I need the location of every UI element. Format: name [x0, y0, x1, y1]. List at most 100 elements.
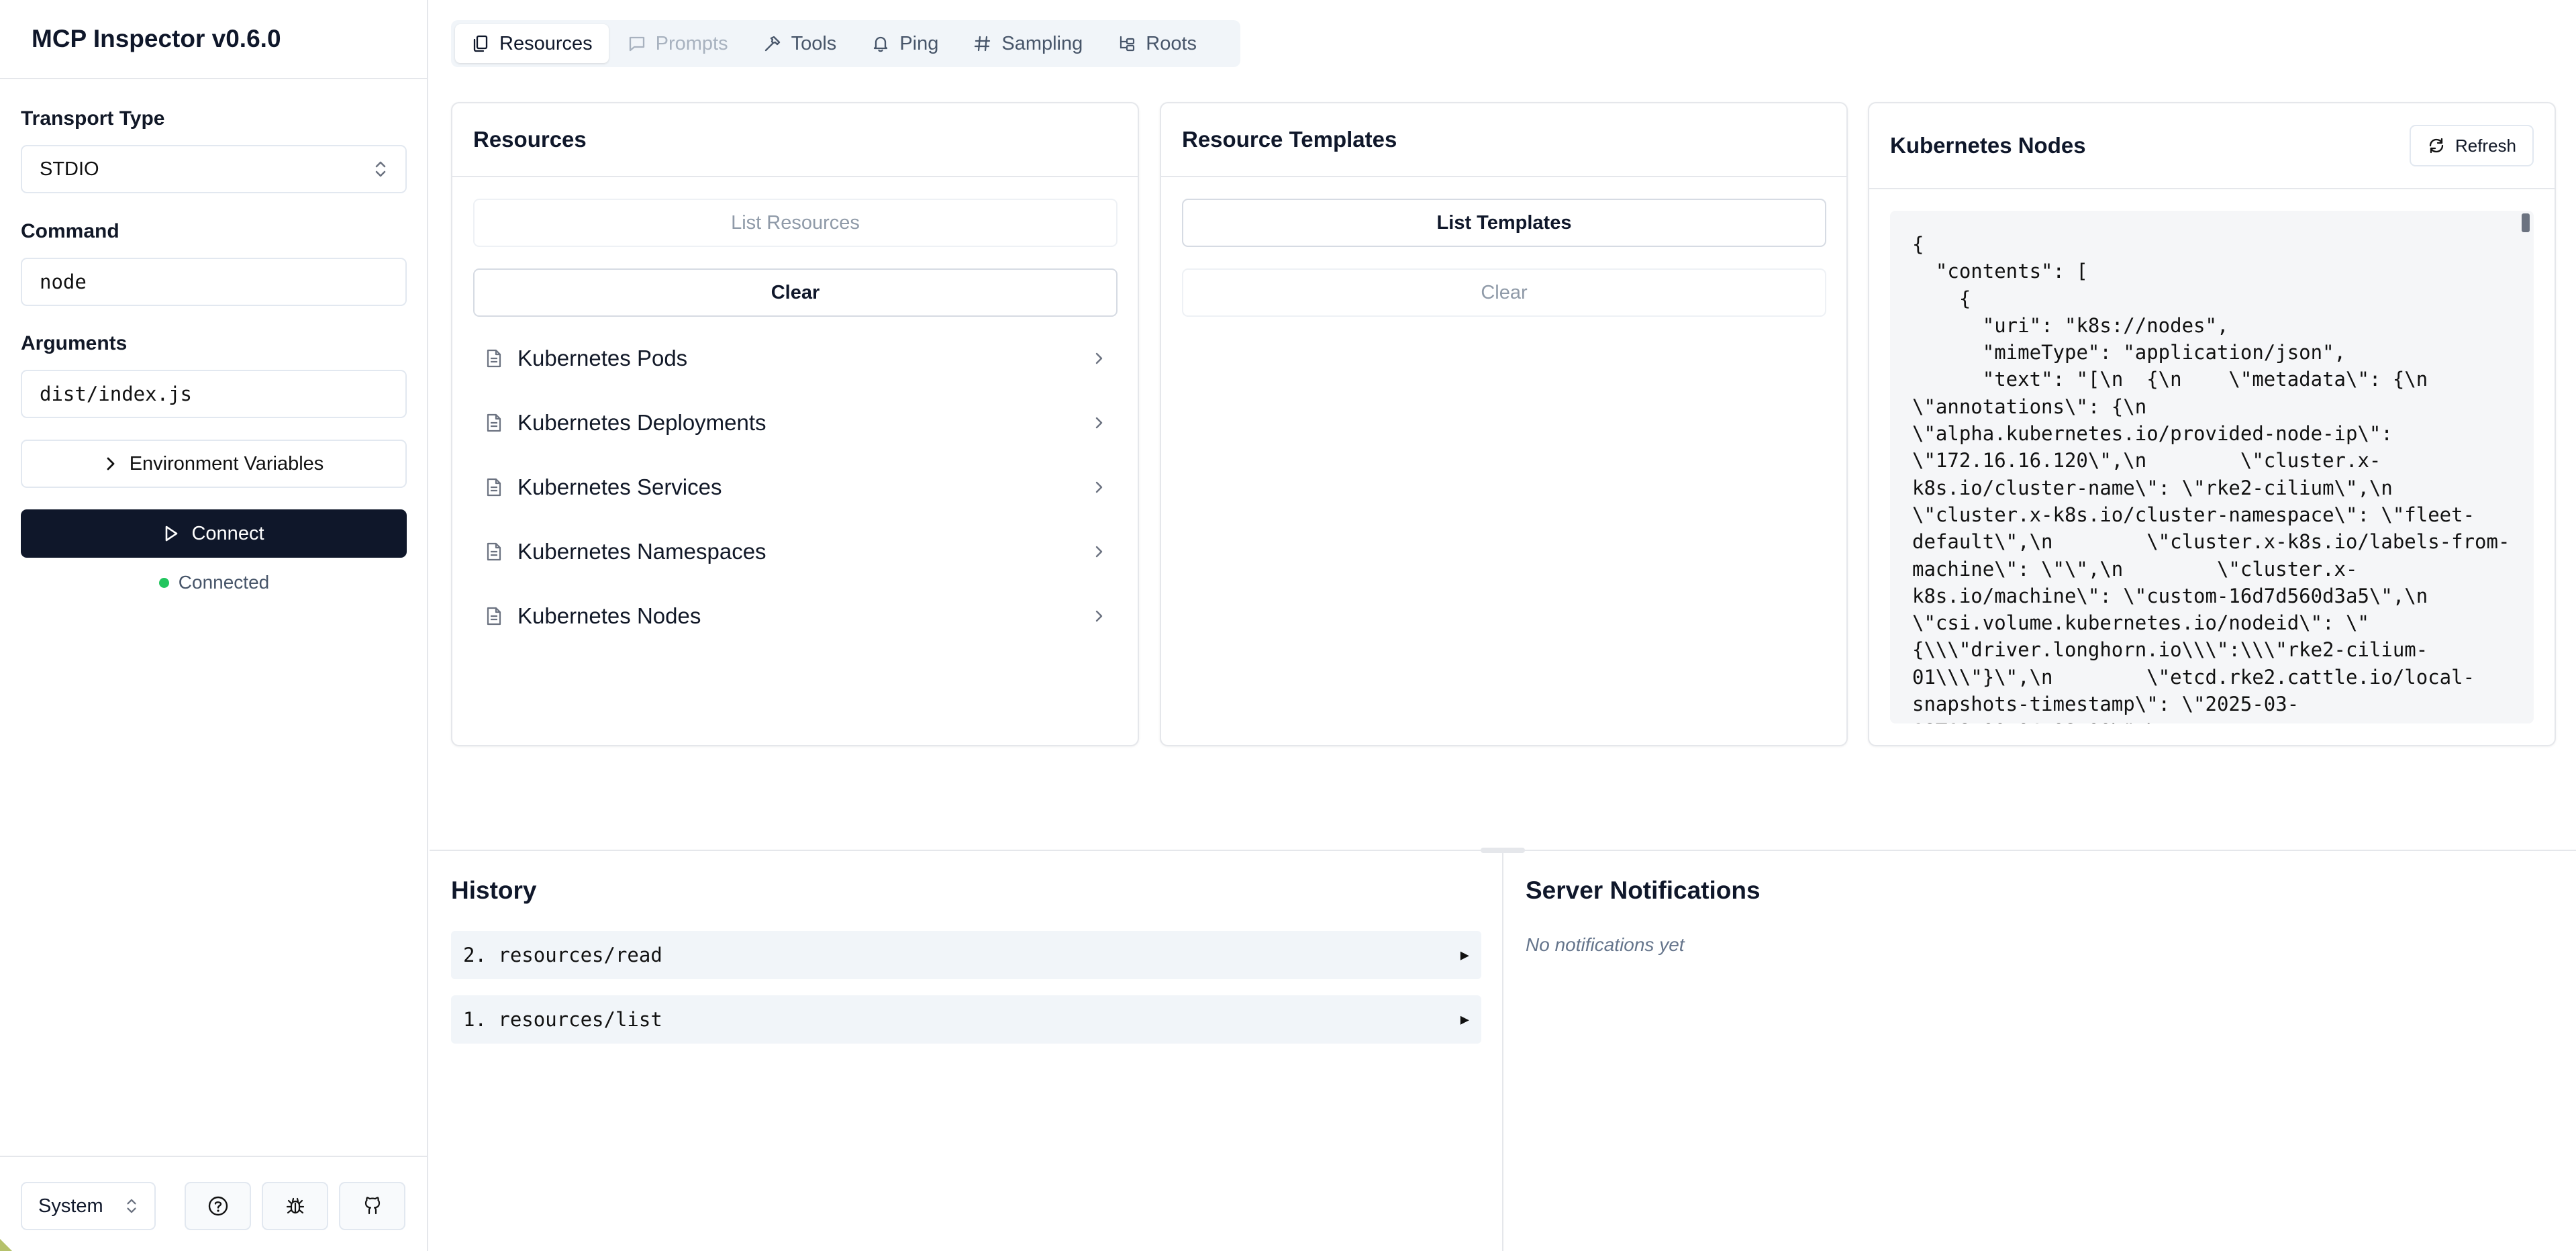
tab-roots[interactable]: Roots — [1101, 24, 1213, 63]
sidebar-footer: System — [0, 1156, 428, 1251]
resources-card: Resources List Resources Clear Kubernete… — [451, 102, 1139, 746]
resource-templates-card-header: Resource Templates — [1161, 103, 1846, 177]
refresh-label: Refresh — [2455, 135, 2516, 156]
panel-vertical-divider — [1502, 851, 1503, 1251]
resource-item-label: Kubernetes Deployments — [517, 410, 766, 435]
chevron-right-icon — [1093, 479, 1105, 496]
history-item-label: 2. resources/read — [463, 944, 662, 966]
tab-sampling[interactable]: Sampling — [957, 24, 1099, 63]
transport-type-label: Transport Type — [21, 107, 165, 130]
tab-label: Resources — [499, 32, 593, 54]
resource-json-content: { "contents": [ { "uri": "k8s://nodes", … — [1912, 233, 2510, 723]
chevron-right-icon — [1093, 414, 1105, 432]
arguments-label: Arguments — [21, 332, 128, 354]
resource-content-viewer[interactable]: { "contents": [ { "uri": "k8s://nodes", … — [1890, 211, 2534, 723]
resource-item-pods[interactable]: Kubernetes Pods — [473, 326, 1117, 391]
resource-item-label: Kubernetes Pods — [517, 346, 688, 370]
arguments-value: dist/index.js — [40, 383, 192, 405]
resource-item-namespaces[interactable]: Kubernetes Namespaces — [473, 519, 1117, 584]
hash-icon — [973, 34, 992, 53]
github-button[interactable] — [339, 1182, 405, 1230]
message-square-icon — [628, 34, 646, 53]
resource-list: Kubernetes Pods Kubernetes Deployments K — [473, 326, 1117, 648]
environment-variables-label: Environment Variables — [129, 452, 324, 474]
list-templates-button[interactable]: List Templates — [1182, 199, 1826, 247]
tab-label: Ping — [899, 32, 939, 54]
command-label: Command — [21, 220, 119, 242]
tab-label: Roots — [1146, 32, 1197, 54]
clear-templates-button[interactable]: Clear — [1182, 268, 1826, 317]
resource-item-deployments[interactable]: Kubernetes Deployments — [473, 391, 1117, 455]
connect-label: Connect — [191, 522, 264, 544]
help-circle-icon — [207, 1195, 229, 1217]
expand-triangle-icon: ▶ — [1460, 946, 1469, 964]
chevron-right-icon — [104, 454, 117, 473]
status-dot-icon — [158, 577, 169, 588]
file-text-icon — [485, 477, 503, 497]
resources-card-body: List Resources Clear Kubernetes Pods Kub… — [452, 177, 1138, 670]
bell-icon — [871, 34, 890, 53]
chevron-right-icon — [1093, 607, 1105, 625]
clear-resources-button[interactable]: Clear — [473, 268, 1118, 317]
connection-status-text: Connected — [178, 572, 270, 593]
tab-label: Sampling — [1001, 32, 1083, 54]
chevrons-up-down-icon — [373, 159, 388, 179]
tab-resources[interactable]: Resources — [455, 24, 609, 63]
connect-button[interactable]: Connect — [21, 509, 407, 558]
resource-templates-card: Resource Templates List Templates Clear — [1160, 102, 1848, 746]
resource-templates-title: Resource Templates — [1182, 127, 1397, 152]
connection-status: Connected — [0, 572, 428, 593]
no-notifications-text: No notifications yet — [1526, 934, 1685, 955]
resource-detail-card: Kubernetes Nodes Refresh { "contents": [… — [1868, 102, 2556, 746]
theme-select[interactable]: System — [21, 1182, 156, 1230]
help-button[interactable] — [185, 1182, 251, 1230]
file-text-icon — [485, 606, 503, 626]
resource-templates-card-body: List Templates Clear — [1161, 177, 1846, 338]
resource-item-services[interactable]: Kubernetes Services — [473, 455, 1117, 519]
theme-value: System — [38, 1195, 103, 1217]
resource-item-label: Kubernetes Services — [517, 474, 722, 499]
history-item-label: 1. resources/list — [463, 1008, 662, 1031]
history-item[interactable]: 1. resources/list ▶ — [451, 995, 1481, 1044]
refresh-button[interactable]: Refresh — [2409, 125, 2534, 166]
resource-item-label: Kubernetes Namespaces — [517, 539, 766, 564]
resource-item-label: Kubernetes Nodes — [517, 603, 701, 628]
server-notifications-title: Server Notifications — [1526, 877, 1761, 904]
chevrons-up-down-icon — [125, 1197, 138, 1215]
github-icon — [362, 1195, 383, 1217]
file-text-icon — [485, 413, 503, 433]
refresh-icon — [2427, 136, 2446, 155]
play-icon — [163, 524, 179, 543]
tab-label: Prompts — [655, 32, 728, 54]
content-scrollbar[interactable] — [2522, 213, 2530, 232]
file-text-icon — [485, 542, 503, 562]
transport-type-value: STDIO — [40, 158, 99, 180]
transport-type-select[interactable]: STDIO — [21, 145, 407, 193]
resources-title: Resources — [473, 127, 587, 152]
command-input[interactable]: node — [21, 258, 407, 306]
command-value: node — [40, 270, 87, 293]
arguments-input[interactable]: dist/index.js — [21, 370, 407, 418]
debug-button[interactable] — [262, 1182, 328, 1230]
chevron-right-icon — [1093, 350, 1105, 367]
history-item[interactable]: 2. resources/read ▶ — [451, 931, 1481, 979]
resource-item-nodes[interactable]: Kubernetes Nodes — [473, 584, 1117, 648]
main-tabs: Resources Prompts Tools Ping Sampling Ro… — [451, 20, 1240, 67]
resource-detail-title: Kubernetes Nodes — [1890, 133, 2086, 158]
files-icon — [471, 34, 490, 53]
tab-prompts[interactable]: Prompts — [611, 24, 744, 63]
hammer-icon — [763, 34, 782, 53]
tab-tools[interactable]: Tools — [747, 24, 853, 63]
tab-ping[interactable]: Ping — [855, 24, 954, 63]
tab-label: Tools — [791, 32, 837, 54]
history-title: History — [451, 877, 537, 904]
file-text-icon — [485, 348, 503, 368]
environment-variables-button[interactable]: Environment Variables — [21, 440, 407, 488]
app-title: MCP Inspector v0.6.0 — [32, 25, 281, 52]
sidebar: MCP Inspector v0.6.0 Transport Type STDI… — [0, 0, 428, 1251]
bug-icon — [285, 1195, 306, 1217]
chevron-right-icon — [1093, 543, 1105, 560]
resources-card-header: Resources — [452, 103, 1138, 177]
list-resources-button[interactable]: List Resources — [473, 199, 1118, 247]
resource-detail-header: Kubernetes Nodes Refresh — [1869, 103, 2555, 189]
